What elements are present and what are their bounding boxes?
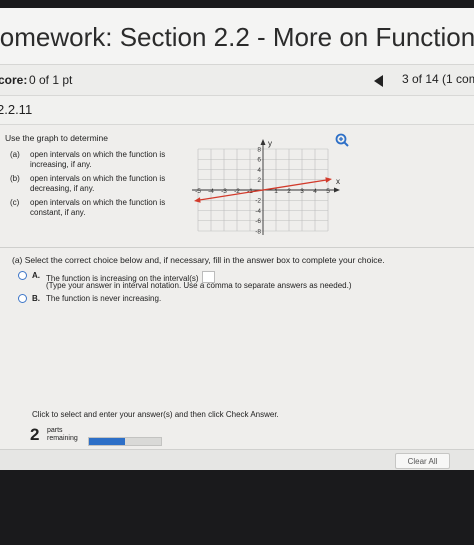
prev-arrow-icon[interactable]: [374, 75, 383, 87]
app-window: lomework: Section 2.2 - More on Function…: [0, 8, 474, 470]
choice-b-text: The function is never increasing.: [46, 294, 162, 303]
function-line-arrow-right: [325, 177, 332, 183]
x-tick-label: 2: [287, 188, 291, 195]
page-title: lomework: Section 2.2 - More on Function…: [0, 22, 474, 52]
choice-b-letter: B.: [32, 294, 40, 303]
y-tick-label: 4: [257, 167, 261, 174]
function-line-arrow-left: [194, 197, 201, 203]
part-b-text: open intervals on which the function is …: [30, 174, 166, 193]
y-tick-label: -2: [255, 198, 261, 205]
score-label: core:: [0, 73, 28, 87]
clear-all-button[interactable]: Clear All: [395, 453, 450, 469]
y-tick-label: 8: [257, 146, 261, 153]
x-tick-label: 3: [300, 188, 304, 195]
y-tick-label: -8: [255, 228, 261, 235]
x-tick-label: 5: [326, 188, 330, 195]
x-tick-label: -5: [195, 188, 201, 195]
x-axis-label: x: [336, 177, 340, 186]
y-tick-label: 6: [257, 157, 261, 164]
score-value: 0 of 1 pt: [29, 73, 73, 87]
parts-label-line-2: remaining: [47, 435, 78, 442]
x-tick-label: -4: [208, 188, 214, 195]
x-tick-label: 4: [313, 188, 317, 195]
parts-remaining-label: parts remaining: [47, 427, 78, 443]
question-progress: 3 of 14 (1 com: [402, 72, 474, 86]
question-number: 2.2.11: [0, 102, 33, 117]
choice-a-hint: (Type your answer in interval notation. …: [46, 281, 352, 290]
part-a-text: open intervals on which the function is …: [30, 150, 166, 169]
parts-remaining-count: 2: [30, 425, 40, 444]
part-c-letter: (c): [10, 198, 20, 207]
footer-instruction: Click to select and enter your answer(s)…: [32, 410, 279, 419]
question-panel: Use the graph to determine (a) open inte…: [0, 125, 474, 470]
choice-b-radio[interactable]: [18, 294, 27, 303]
score-bar: core: 0 of 1 pt 3 of 14 (1 com: [0, 65, 474, 96]
y-tick-label: -6: [255, 218, 261, 225]
y-tick-label: -4: [255, 208, 261, 215]
x-axis-arrow: [334, 187, 340, 193]
x-tick-label: 1: [274, 188, 278, 195]
parts-progress-bar: [88, 437, 162, 446]
y-tick-label: 2: [257, 177, 261, 184]
parts-progress-fill: [89, 438, 125, 445]
question-number-bar: 2.2.11: [0, 96, 474, 125]
function-graph[interactable]: xy -5-4-3-2-1123458642-2-4-6-8: [168, 139, 353, 239]
part-c-text: open intervals on which the function is …: [30, 198, 166, 217]
x-tick-label: -3: [221, 188, 227, 195]
answer-instruction: (a) Select the correct choice below and,…: [12, 255, 385, 265]
parts-label-line-1: parts: [47, 427, 63, 434]
choice-a-letter: A.: [32, 271, 40, 280]
y-axis-arrow: [260, 139, 266, 145]
part-a-letter: (a): [10, 150, 20, 159]
zoom-in-icon[interactable]: [335, 133, 349, 147]
part-b-letter: (b): [10, 174, 20, 183]
title-bar: lomework: Section 2.2 - More on Function…: [0, 8, 474, 65]
y-axis-label: y: [268, 139, 272, 148]
question-prompt: Use the graph to determine: [5, 133, 109, 143]
choice-a-radio[interactable]: [18, 271, 27, 280]
section-divider: [0, 247, 474, 248]
